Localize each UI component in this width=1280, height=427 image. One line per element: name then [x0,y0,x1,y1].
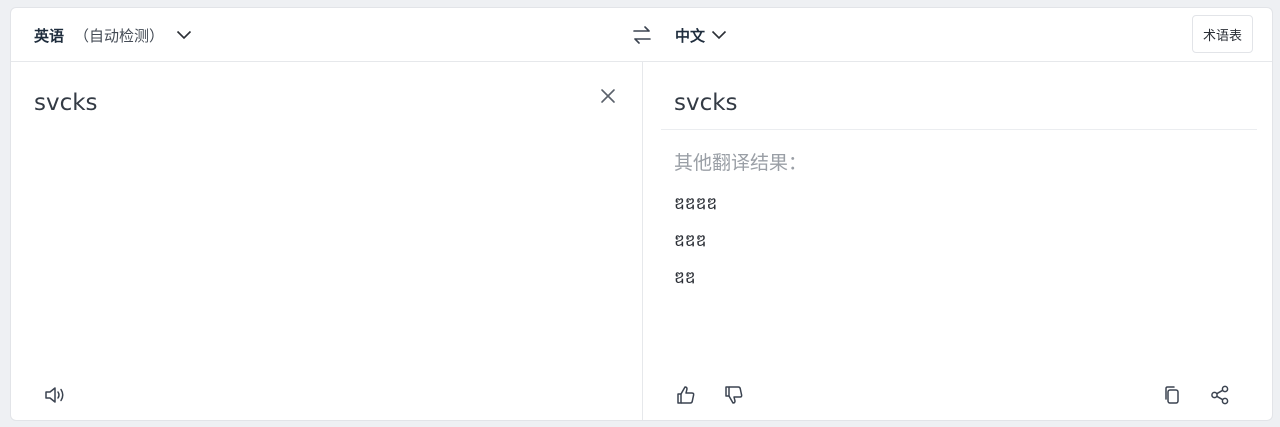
alternative-translation-item[interactable]: ឌឌឌឌ [674,192,717,229]
thumbs-up-icon[interactable] [673,382,699,408]
share-icon[interactable] [1207,382,1233,408]
source-text-input[interactable]: svcks [34,90,98,116]
swap-icon[interactable] [629,22,655,48]
alternative-translation-item[interactable]: ឌឌឌ [674,229,717,266]
target-language-label: 中文 [675,26,706,45]
panel-divider [642,62,643,420]
source-language-label: 英语 [34,26,65,45]
translator-card: 英语 （自动检测） 中文 术语表 svcks svcks 其他翻译结果： ឌឌឌ… [10,7,1273,421]
chevron-down-icon [176,30,192,40]
result-separator [661,129,1257,130]
target-language-selector[interactable]: 中文 [675,24,727,46]
language-bar: 英语 （自动检测） 中文 术语表 [11,8,1272,62]
alternative-translation-item[interactable]: ឌឌ [674,266,717,303]
other-translations-title: 其他翻译结果： [674,152,808,174]
translation-result: svcks [674,90,738,116]
thumbs-down-icon[interactable] [721,382,747,408]
close-icon[interactable] [597,85,619,107]
chevron-down-icon [711,30,727,40]
auto-detect-label: （自动检测） [74,26,165,45]
speaker-icon[interactable] [44,384,66,406]
glossary-button[interactable]: 术语表 [1192,15,1253,53]
source-language-selector[interactable]: 英语 （自动检测） [34,24,192,46]
alternative-translations-list: ឌឌឌឌ ឌឌឌ ឌឌ [674,192,717,303]
copy-icon[interactable] [1159,382,1185,408]
